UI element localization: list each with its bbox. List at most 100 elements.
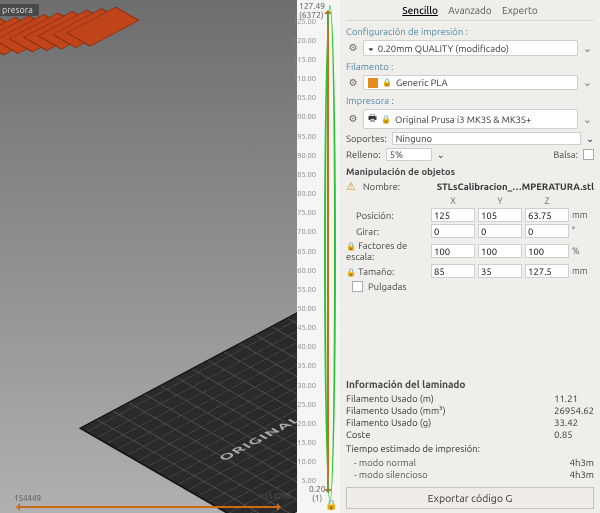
- tab-expert[interactable]: Experto: [498, 5, 542, 16]
- section-printer: Impresora :: [346, 93, 594, 106]
- info-label: Coste: [346, 429, 542, 440]
- layer-tick: 80.00: [297, 190, 316, 198]
- supports-combo[interactable]: Ninguno: [392, 132, 581, 145]
- filament-color-swatch[interactable]: [368, 78, 378, 88]
- section-objects: Manipulación de objetos: [346, 164, 594, 177]
- lock-icon: 🔒: [382, 78, 392, 87]
- mode-silent-label: - modo silencioso: [346, 469, 558, 480]
- position-y-input[interactable]: [478, 208, 522, 222]
- size-label: 🔒 Tamaño:: [346, 266, 428, 277]
- layer-tick: 75.00: [297, 209, 316, 217]
- layer-tick: 105.00: [293, 94, 316, 102]
- scale-y-input[interactable]: [478, 244, 522, 258]
- layer-tick: 95.00: [297, 133, 316, 141]
- warning-icon: ⚠: [346, 180, 358, 193]
- layer-tick: 40.00: [297, 343, 316, 351]
- lock-icon[interactable]: 🔒: [346, 242, 356, 251]
- build-plate[interactable]: ORIGINAL PRUSA i3 MK3 by Josef Prusa: [79, 278, 297, 513]
- layer-tick: 20.00: [297, 420, 316, 428]
- name-label: Nombre:: [363, 181, 400, 192]
- size-y-input[interactable]: [478, 264, 522, 278]
- settings-panel: Sencillo Avanzado Experto Configuración …: [340, 0, 600, 513]
- layer-tick: 110.00: [293, 75, 316, 83]
- unit-pct: %: [572, 246, 594, 256]
- rotate-y-input[interactable]: [478, 224, 522, 238]
- layer-tick: 50.00: [297, 305, 316, 313]
- preset-printer-combo[interactable]: 🖶 🔒 Original Prusa i3 MK3S & MK3S+: [363, 109, 578, 129]
- layer-tick: 55.00: [297, 286, 316, 294]
- layer-tick: 100.00: [293, 113, 316, 121]
- column-y: Y: [478, 196, 522, 206]
- unit-mm: mm: [572, 266, 594, 276]
- layer-tick: 35.00: [297, 362, 316, 370]
- chevron-down-icon[interactable]: ⌄: [581, 113, 594, 126]
- viewport-3d[interactable]: presora ORIGINAL PRUSA i3 MK3 by Josef P…: [0, 0, 297, 513]
- layer-tick: 10.00: [297, 458, 316, 466]
- inches-checkbox[interactable]: [352, 281, 363, 292]
- infill-label: Relleno:: [346, 149, 381, 160]
- layer-bottom-readout: 0.20 (1): [309, 485, 325, 503]
- layer-tick: 120.00: [293, 37, 316, 45]
- layer-tick: 125.00: [293, 18, 316, 26]
- rotate-z-input[interactable]: [525, 224, 569, 238]
- info-value: 11.21: [554, 393, 594, 404]
- mode-normal-value: 4h3m: [570, 457, 594, 468]
- layer-slider-panel: 127.49 (6372) 125.00120.00115.00110.0010…: [297, 0, 340, 513]
- layer-lock-icon[interactable]: 🔒: [325, 499, 337, 511]
- ruler-right-value: 154708: [264, 492, 291, 501]
- infill-combo[interactable]: 5%: [386, 148, 432, 161]
- layers-icon: ◒: [368, 42, 374, 54]
- layer-tick: 85.00: [297, 171, 316, 179]
- info-label: Filamento Usado (g): [346, 417, 542, 428]
- ruler-left-value: 154449: [14, 494, 41, 503]
- layer-tick: 115.00: [293, 56, 316, 64]
- layer-tick: 90.00: [297, 152, 316, 160]
- layer-tick: 25.00: [297, 401, 316, 409]
- mode-normal-label: - modo normal: [346, 457, 558, 468]
- layer-slider[interactable]: [327, 12, 329, 491]
- size-x-input[interactable]: [431, 264, 475, 278]
- chevron-down-icon[interactable]: ⌄: [581, 76, 594, 89]
- gear-icon[interactable]: ⚙: [346, 42, 360, 54]
- layer-tick: 30.00: [297, 382, 316, 390]
- unit-mm: mm: [572, 210, 594, 220]
- column-x: X: [431, 196, 475, 206]
- raft-label: Balsa:: [553, 149, 578, 160]
- position-label: Posición:: [346, 210, 428, 221]
- tab-advanced[interactable]: Avanzado: [444, 5, 496, 16]
- sliced-info-title: Información del laminado: [346, 379, 594, 390]
- lock-icon[interactable]: 🔒: [346, 268, 356, 277]
- chevron-down-icon[interactable]: ⌄: [581, 42, 594, 55]
- info-value: 26954.62: [554, 405, 594, 416]
- preset-print-combo[interactable]: ◒ 0.20mm QUALITY (modificado): [363, 40, 578, 56]
- supports-label: Soportes:: [346, 133, 387, 144]
- gear-icon[interactable]: ⚙: [346, 113, 360, 125]
- layer-ticks: 125.00120.00115.00110.00105.00100.0095.0…: [302, 12, 336, 491]
- tab-simple[interactable]: Sencillo: [398, 5, 442, 16]
- layer-tick: 45.00: [297, 324, 316, 332]
- model-on-bed[interactable]: [0, 0, 122, 78]
- position-x-input[interactable]: [431, 208, 475, 222]
- gear-icon[interactable]: ⚙: [346, 77, 360, 89]
- rotate-x-input[interactable]: [431, 224, 475, 238]
- preset-filament-combo[interactable]: 🔒 Generic PLA: [363, 75, 578, 90]
- export-gcode-button[interactable]: Exportar código G: [346, 487, 594, 509]
- sliced-info-table: Filamento Usado (m)11.21Filamento Usado …: [346, 393, 594, 440]
- print-time-label: Tiempo estimado de impresión:: [346, 443, 594, 454]
- info-label: Filamento Usado (mm³): [346, 405, 542, 416]
- printer-icon: 🖶: [368, 111, 377, 127]
- position-z-input[interactable]: [525, 208, 569, 222]
- chevron-down-icon[interactable]: ⌄: [586, 133, 594, 145]
- scale-z-input[interactable]: [525, 244, 569, 258]
- build-plate-label: ORIGINAL PRUSA i3 MK3: [216, 353, 297, 462]
- scale-x-input[interactable]: [431, 244, 475, 258]
- size-z-input[interactable]: [525, 264, 569, 278]
- object-name-value: STLsCalibracion_…MPERATURA.stl: [437, 181, 594, 192]
- scale-label: 🔒 Factores de escala:: [346, 240, 428, 262]
- info-value: 33.42: [554, 417, 594, 428]
- unit-deg: °: [572, 226, 594, 236]
- chevron-down-icon[interactable]: ⌄: [437, 149, 445, 161]
- layer-tick: 70.00: [297, 228, 316, 236]
- raft-checkbox[interactable]: [583, 149, 594, 160]
- layer-tick: 60.00: [297, 267, 316, 275]
